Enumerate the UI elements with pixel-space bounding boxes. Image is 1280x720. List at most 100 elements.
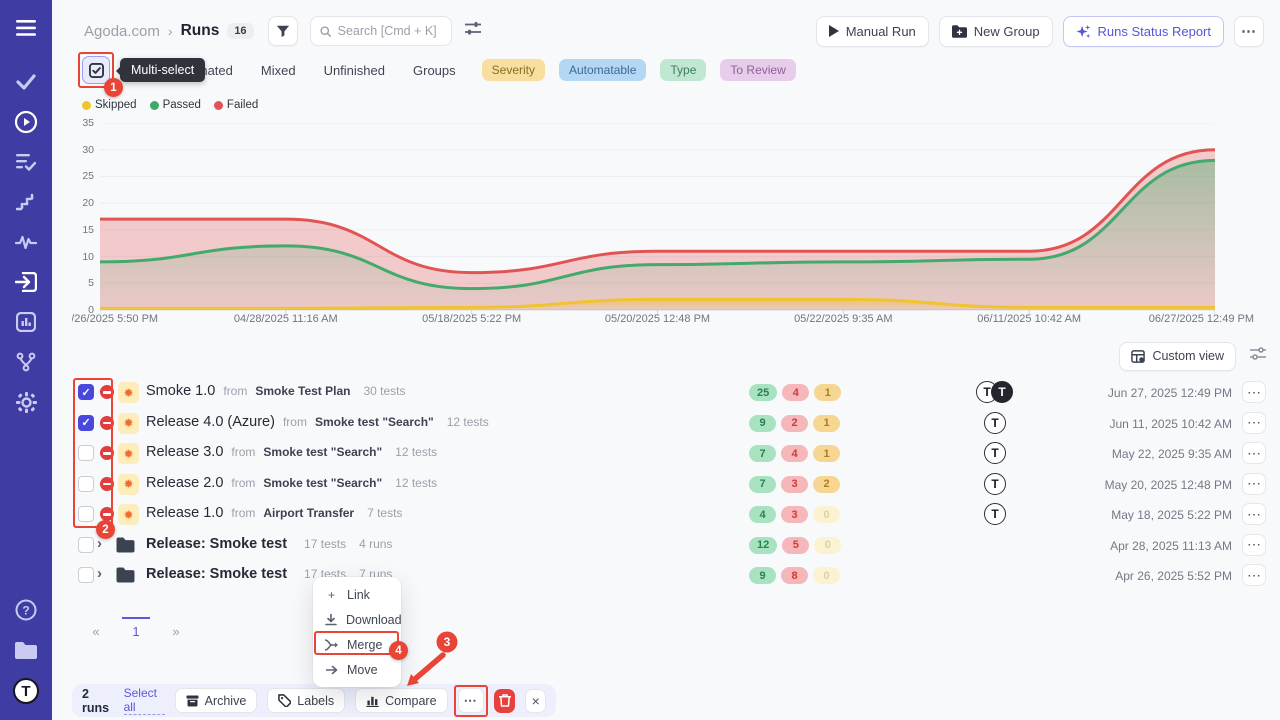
menu-item-merge[interactable]: Merge bbox=[313, 632, 401, 657]
group-title[interactable]: Release: Smoke test bbox=[146, 536, 287, 552]
group-title[interactable]: Release: Smoke test bbox=[146, 566, 287, 582]
compare-button[interactable]: Compare bbox=[355, 688, 447, 713]
avatar: T bbox=[984, 412, 1006, 434]
labels-button[interactable]: Labels bbox=[267, 688, 345, 713]
run-title[interactable]: Release 1.0 bbox=[146, 505, 223, 521]
row-more-button[interactable]: ⋯ bbox=[1242, 442, 1266, 464]
group-row[interactable]: › Release: Smoke test17 tests4 runs 1250… bbox=[72, 530, 1266, 561]
milestones-steps-icon[interactable] bbox=[14, 190, 38, 214]
menu-item-download[interactable]: Download bbox=[313, 607, 401, 632]
stop-run-icon[interactable] bbox=[100, 416, 114, 430]
row-more-button[interactable]: ⋯ bbox=[1242, 473, 1266, 495]
chip-to-review[interactable]: To Review bbox=[720, 59, 795, 81]
run-title[interactable]: Release 2.0 bbox=[146, 475, 223, 491]
pulse-icon[interactable] bbox=[14, 230, 38, 254]
run-row[interactable]: ✹ Release 4.0 (Azure)fromSmoke test "Sea… bbox=[72, 408, 1266, 439]
passed-pill: 9 bbox=[749, 567, 776, 584]
help-icon[interactable]: ? bbox=[14, 598, 38, 622]
failed-pill: 4 bbox=[782, 384, 809, 401]
run-row[interactable]: ✹ Release 2.0fromSmoke test "Search"12 t… bbox=[72, 469, 1266, 500]
select-all-link[interactable]: Select all bbox=[124, 686, 165, 715]
menu-icon[interactable] bbox=[14, 16, 38, 40]
breadcrumb-project[interactable]: Agoda.com bbox=[84, 23, 160, 40]
runs-status-report-button[interactable]: Runs Status Report bbox=[1063, 16, 1224, 47]
filter-button[interactable] bbox=[268, 16, 298, 46]
stop-run-icon[interactable] bbox=[100, 507, 114, 521]
runs-play-icon[interactable] bbox=[14, 110, 38, 134]
manual-run-button[interactable]: Manual Run bbox=[816, 16, 929, 47]
pagination: « 1 » bbox=[82, 617, 1280, 639]
x-tick: 04/26/2025 5:50 PM bbox=[72, 313, 158, 325]
group-row[interactable]: › Release: Smoke test17 tests7 runs 980 … bbox=[72, 560, 1266, 591]
custom-view-button[interactable]: Custom view bbox=[1119, 342, 1236, 371]
row-checkbox[interactable] bbox=[78, 476, 94, 492]
page-prev[interactable]: « bbox=[82, 617, 110, 639]
row-checkbox[interactable] bbox=[78, 567, 94, 583]
display-settings-icon[interactable] bbox=[465, 21, 481, 41]
chip-type[interactable]: Type bbox=[660, 59, 706, 81]
report-box-icon[interactable] bbox=[14, 310, 38, 334]
run-date: Jun 27, 2025 12:49 PM bbox=[1108, 386, 1232, 400]
menu-item-link[interactable]: +Link bbox=[313, 582, 401, 607]
table-view-icon bbox=[1131, 350, 1145, 363]
run-title[interactable]: Smoke 1.0 bbox=[146, 383, 215, 399]
plan-name[interactable]: Smoke test "Search" bbox=[263, 445, 382, 459]
list-settings-icon[interactable] bbox=[1250, 347, 1266, 365]
row-checkbox[interactable] bbox=[78, 537, 94, 553]
y-tick: 20 bbox=[72, 197, 94, 209]
plan-name[interactable]: Airport Transfer bbox=[263, 506, 354, 520]
plan-name[interactable]: Smoke test "Search" bbox=[263, 476, 382, 490]
archive-button[interactable]: Archive bbox=[175, 688, 258, 713]
run-date: Apr 28, 2025 11:13 AM bbox=[1110, 539, 1232, 553]
workspace-avatar[interactable]: T bbox=[13, 678, 39, 704]
run-title[interactable]: Release 4.0 (Azure) bbox=[146, 414, 275, 430]
run-emoji-icon: ✹ bbox=[118, 413, 139, 434]
stop-run-icon[interactable] bbox=[100, 477, 114, 491]
header-more-button[interactable]: ⋯ bbox=[1234, 16, 1264, 47]
run-title[interactable]: Release 3.0 bbox=[146, 444, 223, 460]
page-current[interactable]: 1 bbox=[122, 617, 150, 639]
y-tick: 25 bbox=[72, 170, 94, 182]
stop-run-icon[interactable] bbox=[100, 385, 114, 399]
plan-name[interactable]: Smoke Test Plan bbox=[255, 384, 350, 398]
chip-automatable[interactable]: Automatable bbox=[559, 59, 646, 81]
search-box[interactable] bbox=[310, 16, 452, 46]
page-next[interactable]: » bbox=[162, 617, 190, 639]
result-pills: 921 bbox=[749, 415, 840, 432]
menu-item-move[interactable]: Move bbox=[313, 657, 401, 682]
row-checkbox[interactable] bbox=[78, 384, 94, 400]
row-more-button[interactable]: ⋯ bbox=[1242, 564, 1266, 586]
row-checkbox[interactable] bbox=[78, 415, 94, 431]
row-more-button[interactable]: ⋯ bbox=[1242, 534, 1266, 556]
stop-run-icon[interactable] bbox=[100, 446, 114, 460]
import-icon[interactable] bbox=[14, 270, 38, 294]
close-selection-button[interactable]: × bbox=[525, 689, 546, 713]
chip-severity[interactable]: Severity bbox=[482, 59, 545, 81]
branch-icon[interactable] bbox=[14, 350, 38, 374]
passed-pill: 7 bbox=[749, 445, 776, 462]
run-row[interactable]: ✹ Release 1.0fromAirport Transfer7 tests… bbox=[72, 499, 1266, 530]
expand-chevron-icon[interactable]: › bbox=[97, 565, 102, 582]
tab-mixed[interactable]: Mixed bbox=[261, 63, 296, 78]
row-more-button[interactable]: ⋯ bbox=[1242, 381, 1266, 403]
passed-pill: 12 bbox=[749, 537, 777, 554]
settings-gear-icon[interactable] bbox=[14, 390, 38, 414]
row-more-button[interactable]: ⋯ bbox=[1242, 412, 1266, 434]
more-actions-button[interactable]: ⋯ bbox=[458, 688, 484, 713]
projects-folder-icon[interactable] bbox=[14, 638, 38, 662]
row-checkbox[interactable] bbox=[78, 445, 94, 461]
tab-unfinished[interactable]: Unfinished bbox=[324, 63, 385, 78]
delete-button[interactable] bbox=[494, 689, 516, 713]
plan-name[interactable]: Smoke test "Search" bbox=[315, 415, 434, 429]
search-input[interactable] bbox=[338, 24, 442, 38]
plans-list-icon[interactable] bbox=[14, 150, 38, 174]
run-row[interactable]: ✹ Smoke 1.0fromSmoke Test Plan30 tests 2… bbox=[72, 377, 1266, 408]
failed-pill: 3 bbox=[781, 506, 808, 523]
row-more-button[interactable]: ⋯ bbox=[1242, 503, 1266, 525]
compare-chart-icon bbox=[366, 695, 379, 707]
row-checkbox[interactable] bbox=[78, 506, 94, 522]
tests-check-icon[interactable] bbox=[14, 70, 38, 94]
new-group-button[interactable]: New Group bbox=[939, 16, 1053, 47]
run-row[interactable]: ✹ Release 3.0fromSmoke test "Search"12 t… bbox=[72, 438, 1266, 469]
tab-groups[interactable]: Groups bbox=[413, 63, 456, 78]
